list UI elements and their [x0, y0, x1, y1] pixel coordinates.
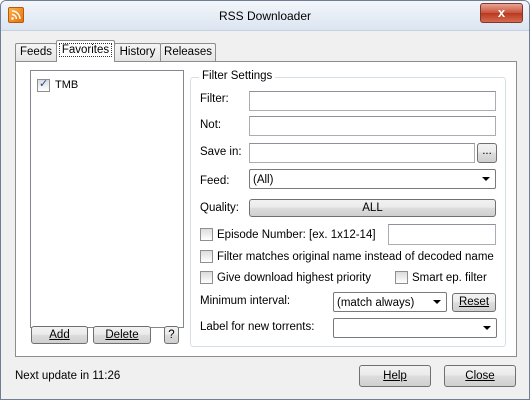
- high-priority-checkbox[interactable]: [200, 271, 213, 284]
- filter-settings-group: Filter Settings Filter: Not: Save in: ..…: [190, 70, 506, 347]
- window-close-button[interactable]: x: [480, 3, 523, 23]
- reset-button-label: Reset: [458, 296, 490, 308]
- save-in-label: Save in:: [200, 146, 242, 158]
- high-priority-option[interactable]: Give download highest priority: [200, 271, 371, 284]
- tab-history-label: History: [119, 46, 156, 58]
- quality-button[interactable]: ALL: [249, 199, 496, 217]
- title-bar[interactable]: RSS Downloader x: [1, 1, 529, 31]
- episode-number-checkbox[interactable]: [200, 228, 213, 241]
- next-update-status: Next update in 11:26: [15, 370, 121, 382]
- favorites-panel: TMB Add Delete ? Filter Settings Filter:…: [15, 61, 517, 357]
- min-interval-value: (match always): [337, 297, 415, 309]
- add-button[interactable]: Add: [31, 326, 88, 344]
- delete-button[interactable]: Delete: [93, 326, 151, 344]
- filter-input[interactable]: [249, 91, 496, 111]
- chevron-down-icon: [482, 177, 490, 181]
- not-input[interactable]: [249, 116, 496, 136]
- browse-button[interactable]: ...: [477, 143, 497, 163]
- match-original-checkbox[interactable]: [200, 250, 213, 263]
- smart-ep-option[interactable]: Smart ep. filter: [395, 271, 487, 284]
- rss-downloader-window: RSS Downloader x Feeds Favorites History…: [0, 0, 530, 400]
- reset-button[interactable]: Reset: [452, 293, 496, 312]
- quality-button-label: ALL: [362, 202, 383, 214]
- window-title: RSS Downloader: [218, 9, 312, 23]
- not-label: Not:: [200, 119, 222, 131]
- min-interval-select[interactable]: (match always): [333, 292, 447, 312]
- favorite-label: TMB: [55, 79, 79, 91]
- filter-settings-title: Filter Settings: [199, 70, 276, 82]
- close-icon: x: [497, 5, 506, 20]
- feed-select-value: (All): [253, 174, 274, 186]
- chevron-down-icon: [433, 300, 441, 304]
- feed-label: Feed:: [200, 175, 230, 187]
- min-interval-label: Minimum interval:: [200, 295, 291, 307]
- tab-favorites-label: Favorites: [58, 43, 113, 57]
- quality-label: Quality:: [200, 202, 239, 214]
- filter-label: Filter:: [200, 93, 229, 105]
- browse-button-label: ...: [482, 145, 492, 157]
- chevron-down-icon: [483, 326, 491, 330]
- episode-number-label: Episode Number: [ex. 1x12-14]: [217, 228, 376, 241]
- save-in-input[interactable]: [249, 143, 475, 163]
- episode-number-option[interactable]: Episode Number: [ex. 1x12-14]: [200, 228, 376, 241]
- match-original-label: Filter matches original name instead of …: [217, 250, 494, 263]
- smart-ep-checkbox[interactable]: [395, 271, 408, 284]
- tab-feeds[interactable]: Feeds: [15, 43, 57, 61]
- tab-releases-label: Releases: [164, 46, 212, 58]
- close-button-label: Close: [465, 370, 495, 382]
- tab-history[interactable]: History: [114, 43, 161, 61]
- favorite-checkbox[interactable]: [37, 77, 50, 92]
- torrent-label-label: Label for new torrents:: [200, 321, 315, 333]
- torrent-label-select[interactable]: [333, 318, 497, 338]
- delete-button-label: Delete: [105, 329, 139, 341]
- tab-favorites[interactable]: Favorites: [56, 40, 115, 62]
- tab-releases[interactable]: Releases: [160, 43, 216, 61]
- help-question-label: ?: [168, 329, 175, 341]
- list-item[interactable]: TMB: [37, 77, 78, 93]
- tab-feeds-label: Feeds: [20, 46, 52, 58]
- help-button-label: Help: [383, 370, 407, 382]
- help-question-button[interactable]: ?: [164, 326, 179, 344]
- close-button[interactable]: Close: [444, 365, 516, 387]
- smart-ep-label: Smart ep. filter: [412, 271, 487, 284]
- match-original-option[interactable]: Filter matches original name instead of …: [200, 250, 494, 263]
- high-priority-label: Give download highest priority: [217, 271, 372, 284]
- favorites-list[interactable]: TMB: [30, 70, 184, 328]
- episode-number-input[interactable]: [388, 224, 496, 245]
- help-button[interactable]: Help: [359, 365, 431, 387]
- feed-select[interactable]: (All): [249, 169, 496, 189]
- add-button-label: Add: [49, 329, 70, 341]
